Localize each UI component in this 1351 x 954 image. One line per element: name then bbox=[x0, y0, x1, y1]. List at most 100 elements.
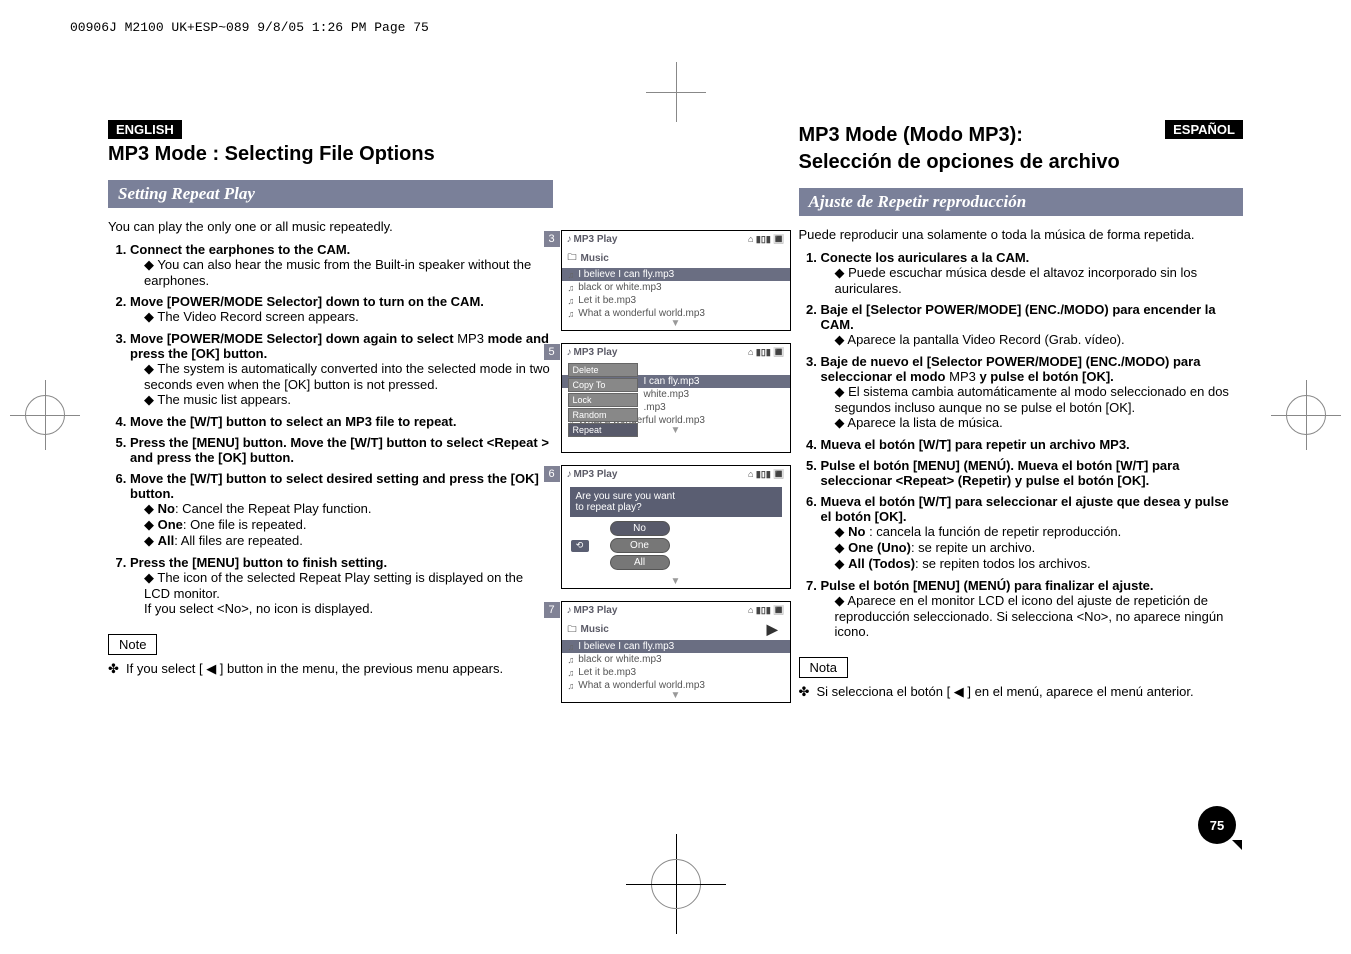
lang-badge-en: ENGLISH bbox=[108, 120, 182, 139]
substep: The system is automatically converted in… bbox=[144, 361, 553, 392]
substep: The music list appears. bbox=[144, 392, 553, 408]
substep: All (Todos): se repiten todos los archiv… bbox=[835, 556, 1244, 572]
right-column: MP3 Mode (Modo MP3): Selección de opcion… bbox=[791, 120, 1252, 703]
step-text: Pulse el botón [MENU] (MENÚ). Mueva el b… bbox=[821, 458, 1180, 488]
right-title-1: MP3 Mode (Modo MP3): bbox=[799, 124, 1120, 147]
menu-lock: Lock bbox=[568, 393, 638, 407]
right-title-2: Selección de opciones de archivo bbox=[799, 151, 1120, 174]
screen-title: MP3 Play bbox=[574, 469, 618, 480]
note-icon: ♪ bbox=[567, 234, 572, 245]
step-text: Conecte los auriculares a la CAM. bbox=[821, 250, 1030, 265]
right-subhead: Ajuste de Repetir reproducción bbox=[799, 188, 1244, 216]
substep: You can also hear the music from the Bui… bbox=[144, 257, 553, 288]
step-text: Move the [W/T] button to select desired … bbox=[130, 471, 539, 501]
step-text: Baje de nuevo el [Selector POWER/MODE] (… bbox=[821, 354, 1201, 384]
left-title: MP3 Mode : Selecting File Options bbox=[108, 143, 553, 166]
step-text: Move [POWER/MODE Selector] down to turn … bbox=[130, 294, 484, 309]
substep: Aparece la lista de música. bbox=[835, 415, 1244, 431]
screen-title: MP3 Play bbox=[574, 347, 618, 358]
substep: Aparece la pantalla Video Record (Grab. … bbox=[835, 332, 1244, 348]
file-icon: ♫ bbox=[568, 283, 575, 293]
option-all: All bbox=[610, 555, 670, 570]
menu-repeat: Repeat bbox=[568, 423, 638, 437]
menu-delete: Delete bbox=[568, 363, 638, 377]
page-number-decoration bbox=[1232, 840, 1242, 850]
play-icon: ▶ bbox=[767, 621, 778, 638]
left-steps: Connect the earphones to the CAM. You ca… bbox=[108, 242, 553, 616]
step-text: Move [POWER/MODE Selector] down again to… bbox=[130, 331, 549, 361]
file-icon: ♫ bbox=[568, 309, 575, 319]
screen-5: 5 ♪MP3 Play⌂ ▮▯▮ 🔳 Delete Copy To Lock R… bbox=[561, 343, 791, 453]
note-text: Si selecciona el botón [ ◀ ] en el menú,… bbox=[799, 684, 1244, 700]
lang-badge-es: ESPAÑOL bbox=[1165, 120, 1243, 139]
left-column: ENGLISH MP3 Mode : Selecting File Option… bbox=[100, 120, 561, 703]
step-text: Pulse el botón [MENU] (MENÚ) para finali… bbox=[821, 578, 1154, 593]
step-text: Press the [MENU] button. Move the [W/T] … bbox=[130, 435, 549, 465]
option-no: No bbox=[610, 521, 670, 536]
file-name: What a wonderful world.mp3 bbox=[578, 308, 705, 319]
left-subhead: Setting Repeat Play bbox=[108, 180, 553, 208]
file-icon: ♫ bbox=[568, 270, 575, 280]
scroll-down-icon: ▼ bbox=[562, 578, 790, 588]
left-intro: You can play the only one or all music r… bbox=[108, 218, 553, 236]
confirm-prompt: Are you sure you want to repeat play? bbox=[570, 487, 782, 517]
step-text: Move the [W/T] button to select an MP3 f… bbox=[130, 414, 456, 429]
option-one: One bbox=[610, 538, 670, 553]
note-icon: ♪ bbox=[567, 347, 572, 358]
screen-3: 3 ♪MP3 Play⌂ ▮▯▮ 🔳 🗀Music ♫I believe I c… bbox=[561, 230, 791, 331]
repeat-icon: ⟲ bbox=[570, 539, 590, 553]
menu-random: Random bbox=[568, 408, 638, 422]
status-icons: ⌂ ▮▯▮ 🔳 bbox=[748, 347, 785, 358]
screen-6: 6 ♪MP3 Play⌂ ▮▯▮ 🔳 Are you sure you want… bbox=[561, 465, 791, 589]
screen-number: 5 bbox=[544, 344, 560, 360]
screenshot-strip: 3 ♪MP3 Play⌂ ▮▯▮ 🔳 🗀Music ♫I believe I c… bbox=[561, 230, 791, 703]
status-icons: ⌂ ▮▯▮ 🔳 bbox=[748, 469, 785, 480]
scroll-down-icon: ▼ bbox=[562, 692, 790, 702]
page-number: 75 bbox=[1198, 806, 1236, 844]
screen-number: 6 bbox=[544, 466, 560, 482]
folder-icon: 🗀 bbox=[568, 622, 577, 638]
substep: Aparece en el monitor LCD el icono del a… bbox=[835, 593, 1244, 639]
substep: Puede escuchar música desde el altavoz i… bbox=[835, 265, 1244, 296]
file-icon: ♫ bbox=[568, 296, 575, 306]
step-text: Mueva el botón [W/T] para repetir un arc… bbox=[821, 437, 1130, 452]
file-icon: ♫ bbox=[568, 681, 575, 691]
folder-label: Music bbox=[581, 253, 609, 264]
crop-mark-top bbox=[646, 62, 706, 122]
substep: The icon of the selected Repeat Play set… bbox=[144, 570, 553, 616]
file-name: Let it be.mp3 bbox=[578, 667, 636, 678]
right-steps: Conecte los auriculares a la CAM. Puede … bbox=[799, 250, 1244, 639]
file-name: black or white.mp3 bbox=[578, 654, 661, 665]
file-name: I believe I can fly.mp3 bbox=[578, 269, 674, 280]
step-text: Connect the earphones to the CAM. bbox=[130, 242, 350, 257]
folder-label: Music bbox=[581, 624, 609, 635]
file-name: Let it be.mp3 bbox=[578, 295, 636, 306]
screen-title: MP3 Play bbox=[574, 234, 618, 245]
substep: One (Uno): se repite un archivo. bbox=[835, 540, 1244, 556]
status-icons: ⌂ ▮▯▮ 🔳 bbox=[748, 605, 785, 616]
file-name: What a wonderful world.mp3 bbox=[578, 680, 705, 691]
context-menu: Delete Copy To Lock Random Repeat bbox=[568, 362, 638, 438]
substep: El sistema cambia automáticamente al mod… bbox=[835, 384, 1244, 415]
step-text: Press the [MENU] button to finish settin… bbox=[130, 555, 387, 570]
note-label: Note bbox=[108, 634, 157, 655]
file-icon: ♫ bbox=[568, 655, 575, 665]
screen-number: 7 bbox=[544, 602, 560, 618]
menu-copyto: Copy To bbox=[568, 378, 638, 392]
substep: One: One file is repeated. bbox=[144, 517, 553, 533]
page-content: ENGLISH MP3 Mode : Selecting File Option… bbox=[100, 120, 1251, 703]
file-name: I believe I can fly.mp3 bbox=[578, 641, 674, 652]
note-label: Nota bbox=[799, 657, 848, 678]
file-icon: ♫ bbox=[568, 642, 575, 652]
registration-mark-right bbox=[1271, 380, 1341, 450]
crop-mark-bottom bbox=[626, 834, 726, 934]
status-icons: ⌂ ▮▯▮ 🔳 bbox=[748, 234, 785, 245]
step-text: Mueva el botón [W/T] para seleccionar el… bbox=[821, 494, 1229, 524]
file-name: black or white.mp3 bbox=[578, 282, 661, 293]
file-icon: ♫ bbox=[568, 668, 575, 678]
screen-number: 3 bbox=[544, 231, 560, 247]
screen-title: MP3 Play bbox=[574, 605, 618, 616]
note-icon: ♪ bbox=[567, 469, 572, 480]
note-text: If you select [ ◀ ] button in the menu, … bbox=[108, 661, 553, 677]
substep: The Video Record screen appears. bbox=[144, 309, 553, 325]
